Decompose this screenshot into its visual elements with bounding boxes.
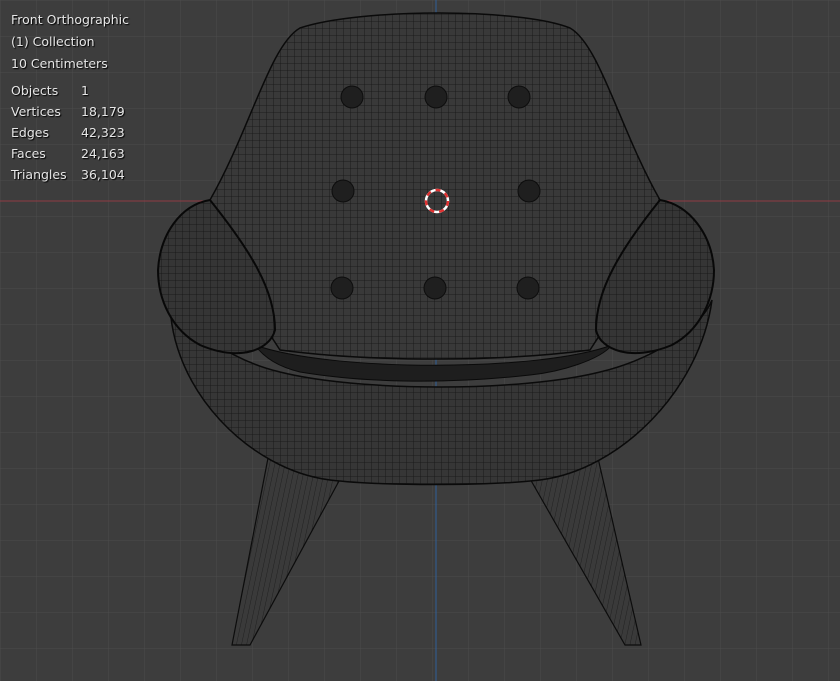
- stat-value: 18,179: [81, 104, 125, 119]
- view-name: Front Orthographic: [11, 12, 129, 27]
- stat-value: 36,104: [81, 167, 125, 182]
- stat-row-edges: Edges 42,323: [11, 122, 129, 143]
- stat-row-vertices: Vertices 18,179: [11, 101, 129, 122]
- active-collection: (1) Collection: [11, 34, 95, 49]
- stat-row-faces: Faces 24,163: [11, 143, 129, 164]
- viewport-info-overlay: Front Orthographic (1) Collection 10 Cen…: [11, 9, 129, 185]
- 3d-viewport[interactable]: Front Orthographic (1) Collection 10 Cen…: [0, 0, 840, 681]
- stat-label: Objects: [11, 83, 59, 98]
- scene-statistics: Objects 1 Vertices 18,179 Edges 42,323 F…: [11, 80, 129, 185]
- stat-row-triangles: Triangles 36,104: [11, 164, 129, 185]
- stat-value: 42,323: [81, 125, 125, 140]
- stat-label: Faces: [11, 146, 46, 161]
- stat-row-objects: Objects 1: [11, 80, 129, 101]
- stat-label: Vertices: [11, 104, 61, 119]
- grid-scale: 10 Centimeters: [11, 56, 108, 71]
- stat-label: Edges: [11, 125, 49, 140]
- stat-value: 24,163: [81, 146, 125, 161]
- stat-label: Triangles: [11, 167, 67, 182]
- stat-value: 1: [81, 83, 89, 98]
